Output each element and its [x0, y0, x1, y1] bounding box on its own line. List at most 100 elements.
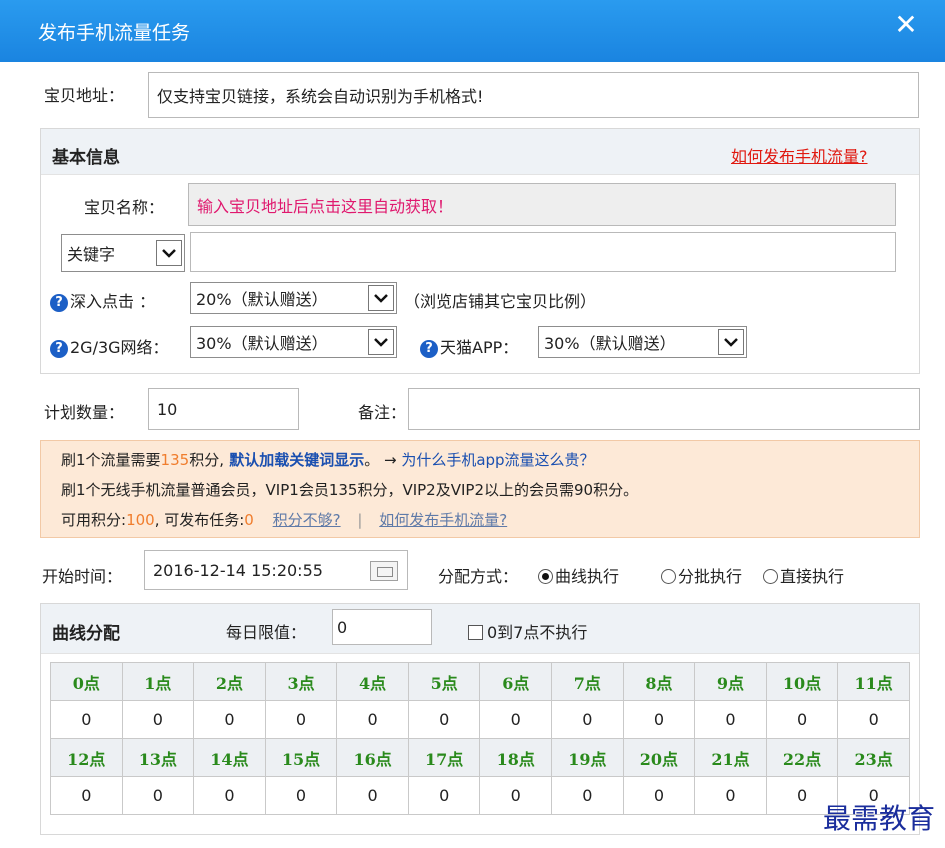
remark-input[interactable]	[408, 388, 920, 430]
basic-info-heading: 基本信息	[52, 148, 120, 168]
hour-value-cell[interactable]: 0	[479, 700, 553, 739]
hour-value-cell[interactable]: 0	[264, 776, 338, 815]
mode-option-direct[interactable]: 直接执行	[763, 563, 844, 587]
hour-value-row: 0 0 0 0 0 0 0 0 0 0 0 0	[50, 700, 910, 739]
mode-option-batch[interactable]: 分批执行	[661, 563, 742, 587]
hour-value-cell[interactable]: 0	[837, 700, 910, 739]
hour-value-cell[interactable]: 0	[193, 700, 266, 739]
hour-value-cell[interactable]: 0	[121, 776, 195, 815]
hour-label: 21点	[694, 738, 767, 777]
hour-value-cell[interactable]: 0	[694, 776, 767, 815]
deep-click-label-group: ? 深入点击 ：	[50, 288, 155, 312]
hour-value-cell[interactable]: 0	[336, 700, 409, 739]
close-icon[interactable]: ✕	[893, 11, 919, 39]
radio-unchecked-icon[interactable]	[661, 569, 676, 584]
item-name-label: 宝贝名称：	[84, 198, 165, 217]
item-url-label: 宝贝地址：	[44, 86, 125, 105]
hour-value-cell[interactable]: 0	[50, 776, 123, 815]
watermark: 最需教育	[822, 802, 935, 835]
tmall-value: 30%（默认赠送）	[544, 334, 676, 353]
how-to-publish-link[interactable]: 如何发布手机流量?	[731, 143, 868, 167]
deep-click-label: 深入点击 ：	[70, 292, 156, 311]
hour-value-cell[interactable]: 0	[694, 700, 767, 739]
item-name-field[interactable]: 输入宝贝地址后点击这里自动获取！	[188, 183, 896, 226]
daily-limit-value: 0	[337, 617, 348, 637]
radio-checked-icon[interactable]	[538, 569, 553, 584]
how-to-publish-notice-link[interactable]: 如何发布手机流量?	[379, 511, 507, 529]
hourly-distribution-table: 0点 1点 2点 3点 4点 5点 6点 7点 8点 9点 10点 11点 0 …	[50, 662, 910, 815]
points-notice: 刷1个流量需要135积分, 默认加载关键词显示。 → 为什么手机app流量这么贵…	[40, 440, 920, 538]
start-time-label: 开始时间：	[42, 567, 123, 586]
item-url-input[interactable]: 仅支持宝贝链接，系统会自动识别为手机格式!	[148, 72, 919, 118]
skip-night-option[interactable]: 0到7点不执行	[468, 619, 587, 643]
keyword-type-value: 关键字	[67, 245, 116, 264]
hour-label: 7点	[551, 662, 624, 701]
hour-value-cell[interactable]: 0	[336, 776, 409, 815]
hour-label: 8点	[622, 662, 696, 701]
hour-label: 1点	[121, 662, 195, 701]
hour-value-cell[interactable]: 0	[765, 700, 839, 739]
tmall-select[interactable]: 30%（默认赠送）	[538, 326, 747, 358]
network-select[interactable]: 30%（默认赠送）	[190, 326, 397, 358]
hour-value-cell[interactable]: 0	[50, 700, 123, 739]
chevron-down-icon	[718, 329, 744, 355]
keyword-type-select[interactable]: 关键字	[61, 234, 185, 272]
deep-click-hint: （浏览店铺其它宝贝比例）	[404, 292, 597, 311]
notice-line-1: 刷1个流量需要135积分, 默认加载关键词显示。 → 为什么手机app流量这么贵…	[61, 451, 595, 469]
hour-label: 15点	[264, 738, 338, 777]
help-icon[interactable]: ?	[50, 339, 68, 358]
hour-label: 16点	[336, 738, 409, 777]
hour-value-cell[interactable]: 0	[407, 776, 481, 815]
hour-label: 5点	[407, 662, 481, 701]
hour-label: 19点	[551, 738, 624, 777]
daily-limit-input[interactable]: 0	[332, 609, 432, 645]
mode-option-curve[interactable]: 曲线执行	[538, 563, 619, 587]
hour-label: 12点	[50, 738, 123, 777]
chevron-down-icon	[368, 285, 394, 311]
item-name-value: 输入宝贝地址后点击这里自动获取！	[197, 196, 454, 216]
keyword-input[interactable]	[190, 232, 896, 272]
calendar-icon[interactable]	[370, 561, 398, 581]
chevron-down-icon	[368, 329, 394, 355]
hour-value-cell[interactable]: 0	[407, 700, 481, 739]
deep-click-select[interactable]: 20%（默认赠送）	[190, 282, 397, 314]
curve-heading: 曲线分配	[52, 624, 120, 644]
network-value: 30%（默认赠送）	[196, 334, 328, 353]
hour-value-cell[interactable]: 0	[479, 776, 553, 815]
hour-label: 22点	[765, 738, 839, 777]
hour-value-cell[interactable]: 0	[551, 776, 624, 815]
hour-label-row: 0点 1点 2点 3点 4点 5点 6点 7点 8点 9点 10点 11点	[50, 662, 910, 701]
hour-label: 11点	[837, 662, 910, 701]
hour-label: 18点	[479, 738, 553, 777]
why-expensive-link[interactable]: 为什么手机app流量这么贵？	[401, 451, 594, 469]
hour-label-row: 12点 13点 14点 15点 16点 17点 18点 19点 20点 21点 …	[50, 738, 910, 777]
hour-value-cell[interactable]: 0	[193, 776, 266, 815]
hour-value-cell[interactable]: 0	[551, 700, 624, 739]
checkbox-icon[interactable]	[468, 625, 483, 640]
hour-value-cell[interactable]: 0	[121, 700, 195, 739]
remark-label: 备注：	[358, 403, 407, 422]
hour-label: 6点	[479, 662, 553, 701]
network-label: 2G/3G网络：	[70, 338, 169, 357]
window-title: 发布手机流量任务	[38, 22, 191, 44]
hour-label: 14点	[193, 738, 266, 777]
help-icon[interactable]: ?	[50, 293, 68, 312]
help-icon[interactable]: ?	[420, 339, 438, 358]
start-time-input[interactable]: 2016-12-14 15:20:55	[144, 550, 408, 590]
hour-value-cell[interactable]: 0	[622, 700, 696, 739]
hour-label: 4点	[336, 662, 409, 701]
points-not-enough-link[interactable]: 积分不够?	[273, 511, 341, 529]
hour-label: 3点	[264, 662, 338, 701]
start-time-value: 2016-12-14 15:20:55	[153, 560, 323, 580]
notice-line-2: 刷1个无线手机流量普通会员，VIP1会员135积分，VIP2及VIP2以上的会员…	[61, 481, 639, 499]
hour-value-cell[interactable]: 0	[622, 776, 696, 815]
hour-label: 23点	[837, 738, 910, 777]
quantity-input[interactable]: 10	[148, 388, 299, 430]
tmall-label: 天猫APP：	[440, 338, 519, 357]
radio-unchecked-icon[interactable]	[763, 569, 778, 584]
hour-label: 13点	[121, 738, 195, 777]
notice-line-3: 可用积分:100, 可发布任务:0 积分不够? | 如何发布手机流量?	[61, 511, 508, 529]
chevron-down-icon	[156, 240, 182, 266]
hour-value-row: 0 0 0 0 0 0 0 0 0 0 0 0	[50, 776, 910, 815]
hour-value-cell[interactable]: 0	[264, 700, 338, 739]
